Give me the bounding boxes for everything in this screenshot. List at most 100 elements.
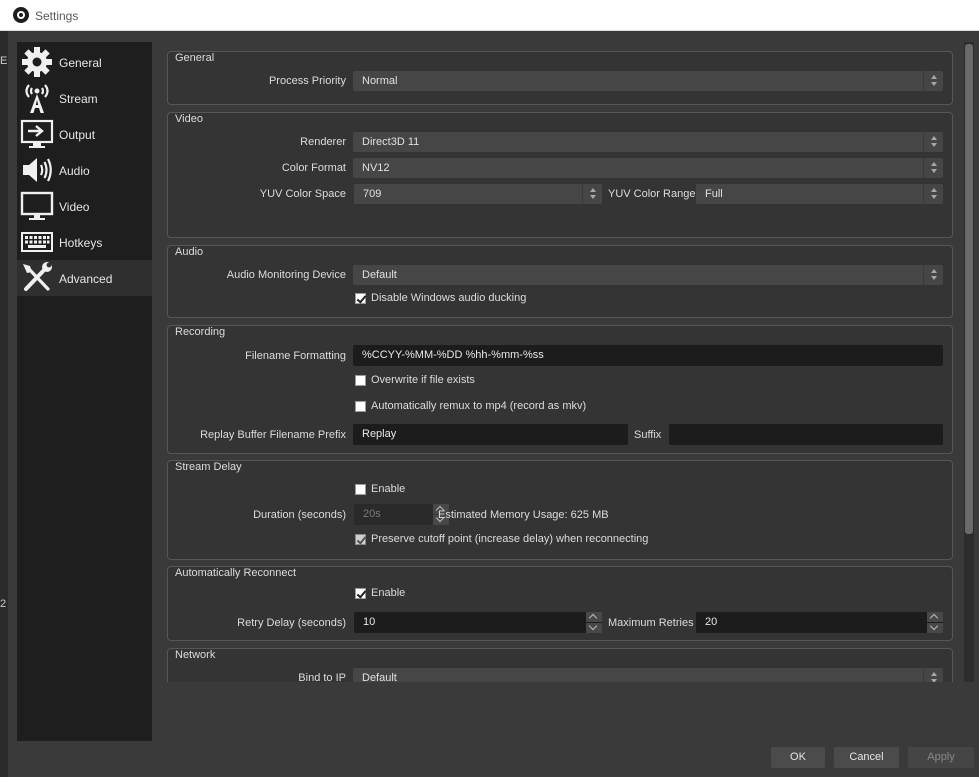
group-title: General bbox=[175, 52, 215, 64]
bind-to-ip-label: Bind to IP bbox=[298, 672, 346, 682]
filename-formatting-input[interactable]: %CCYY-%MM-%DD %hh-%mm-%ss bbox=[353, 345, 943, 366]
checkbox-label: Enable bbox=[371, 587, 406, 599]
content-scrollbar[interactable] bbox=[964, 42, 974, 682]
sidebar-item-label: General bbox=[59, 56, 102, 70]
selected-value: 709 bbox=[363, 188, 382, 200]
group-title: Automatically Reconnect bbox=[175, 567, 297, 579]
suffix-input[interactable] bbox=[669, 424, 943, 445]
yuv-color-space-label: YUV Color Space bbox=[259, 188, 346, 200]
sidebar-item-general[interactable]: General bbox=[17, 44, 152, 80]
audio-monitoring-device-select[interactable]: Default bbox=[353, 265, 943, 285]
chevron-up-icon[interactable] bbox=[927, 612, 943, 622]
duration-spinbox[interactable]: 20s bbox=[354, 504, 449, 525]
settings-sidebar: General Stream Output Audio Video Hotkey… bbox=[17, 42, 152, 741]
group-title: Audio bbox=[175, 246, 204, 258]
checkbox-box bbox=[355, 588, 366, 599]
renderer-label: Renderer bbox=[300, 136, 346, 148]
process-priority-label: Process Priority bbox=[268, 75, 346, 87]
checkbox-label: Overwrite if file exists bbox=[371, 374, 475, 386]
scrollbar-thumb[interactable] bbox=[965, 44, 973, 534]
yuv-color-space-select[interactable]: 709 bbox=[354, 184, 602, 204]
yuv-color-range-select[interactable]: Full bbox=[696, 184, 943, 204]
chevron-up-icon[interactable] bbox=[586, 612, 602, 622]
maximum-retries-spinbox[interactable]: 20 bbox=[696, 612, 943, 633]
spin-buttons[interactable] bbox=[927, 612, 943, 633]
output-icon bbox=[20, 119, 54, 148]
edge-text: E bbox=[0, 55, 8, 67]
selected-value: Normal bbox=[362, 75, 398, 87]
duration-label: Duration (seconds) bbox=[253, 509, 346, 521]
network-group: Network Bind to IP Default bbox=[167, 648, 953, 682]
checkbox-box bbox=[355, 534, 366, 545]
auto-reconnect-group: Automatically Reconnect Enable Retry Del… bbox=[167, 566, 953, 641]
input-value: 20s bbox=[363, 508, 381, 520]
chevron-updown-icon bbox=[582, 184, 602, 204]
retry-delay-spinbox[interactable]: 10 bbox=[354, 612, 602, 633]
sidebar-item-stream[interactable]: Stream bbox=[17, 80, 152, 116]
input-value: Replay bbox=[362, 428, 397, 440]
recording-group: Recording Filename Formatting %CCYY-%MM-… bbox=[167, 325, 953, 454]
chevron-updown-icon bbox=[923, 158, 943, 178]
general-group: General Process Priority Normal bbox=[167, 51, 953, 105]
selected-value: Direct3D 11 bbox=[362, 136, 420, 148]
ok-button[interactable]: OK bbox=[771, 747, 825, 768]
replay-prefix-label: Replay Buffer Filename Prefix bbox=[200, 429, 346, 441]
chevron-updown-icon bbox=[923, 71, 943, 91]
filename-formatting-label: Filename Formatting bbox=[245, 350, 346, 362]
monitor-icon bbox=[20, 191, 54, 220]
input-value: 10 bbox=[363, 616, 376, 628]
chevron-updown-icon bbox=[923, 132, 943, 152]
color-format-select[interactable]: NV12 bbox=[353, 158, 943, 178]
edge-text: 2 bbox=[0, 598, 7, 610]
audio-group: Audio Audio Monitoring Device Default Di… bbox=[167, 245, 953, 318]
yuv-color-range-label: YUV Color Range bbox=[608, 188, 696, 200]
retry-delay-label: Retry Delay (seconds) bbox=[237, 617, 346, 629]
sidebar-item-label: Advanced bbox=[59, 272, 113, 286]
group-title: Stream Delay bbox=[175, 461, 242, 473]
background-window-edge: E 2 bbox=[0, 31, 8, 777]
chevron-updown-icon bbox=[923, 265, 943, 285]
video-group: Video Renderer Direct3D 11 Color Format … bbox=[167, 112, 953, 238]
selected-value: Default bbox=[362, 672, 397, 682]
sidebar-item-advanced[interactable]: Advanced bbox=[17, 260, 152, 296]
sidebar-item-audio[interactable]: Audio bbox=[17, 152, 152, 188]
group-title: Recording bbox=[175, 326, 226, 338]
advanced-settings-panel: General Process Priority Normal Video Re… bbox=[162, 42, 960, 682]
audio-monitoring-device-label: Audio Monitoring Device bbox=[226, 269, 346, 281]
selected-value: NV12 bbox=[362, 162, 390, 174]
gear-icon bbox=[22, 47, 52, 77]
checkbox-label: Enable bbox=[371, 483, 406, 495]
checkbox-box bbox=[355, 375, 366, 386]
sidebar-item-hotkeys[interactable]: Hotkeys bbox=[17, 224, 152, 260]
group-title: Video bbox=[175, 113, 203, 125]
sidebar-item-label: Stream bbox=[59, 92, 98, 106]
process-priority-select[interactable]: Normal bbox=[353, 71, 943, 91]
selected-value: Full bbox=[705, 188, 723, 200]
sidebar-item-label: Hotkeys bbox=[59, 236, 103, 250]
renderer-select[interactable]: Direct3D 11 bbox=[353, 132, 943, 152]
checkbox-box bbox=[355, 484, 366, 495]
sidebar-item-video[interactable]: Video bbox=[17, 188, 152, 224]
keyboard-icon bbox=[21, 232, 53, 252]
checkbox-label: Automatically remux to mp4 (record as mk… bbox=[371, 400, 587, 412]
sidebar-item-output[interactable]: Output bbox=[17, 116, 152, 152]
bind-to-ip-select[interactable]: Default bbox=[353, 668, 943, 682]
maximum-retries-label: Maximum Retries bbox=[608, 617, 694, 629]
chevron-updown-icon bbox=[923, 668, 943, 682]
obs-logo-icon bbox=[13, 7, 29, 23]
window-title: Settings bbox=[35, 9, 79, 23]
sidebar-item-label: Video bbox=[59, 200, 90, 214]
spin-buttons[interactable] bbox=[586, 612, 602, 633]
apply-button[interactable]: Apply bbox=[908, 747, 974, 768]
cancel-button[interactable]: Cancel bbox=[834, 747, 899, 768]
checkbox-box bbox=[355, 293, 366, 304]
checkbox-box bbox=[355, 401, 366, 412]
suffix-label: Suffix bbox=[634, 429, 662, 441]
input-value: 20 bbox=[705, 616, 718, 628]
checkbox-label: Disable Windows audio ducking bbox=[371, 292, 527, 304]
replay-prefix-input[interactable]: Replay bbox=[353, 424, 628, 445]
chevron-down-icon[interactable] bbox=[927, 623, 943, 633]
tools-icon bbox=[23, 262, 52, 291]
chevron-down-icon[interactable] bbox=[586, 623, 602, 633]
estimated-memory-text: Estimated Memory Usage: 625 MB bbox=[438, 509, 609, 521]
